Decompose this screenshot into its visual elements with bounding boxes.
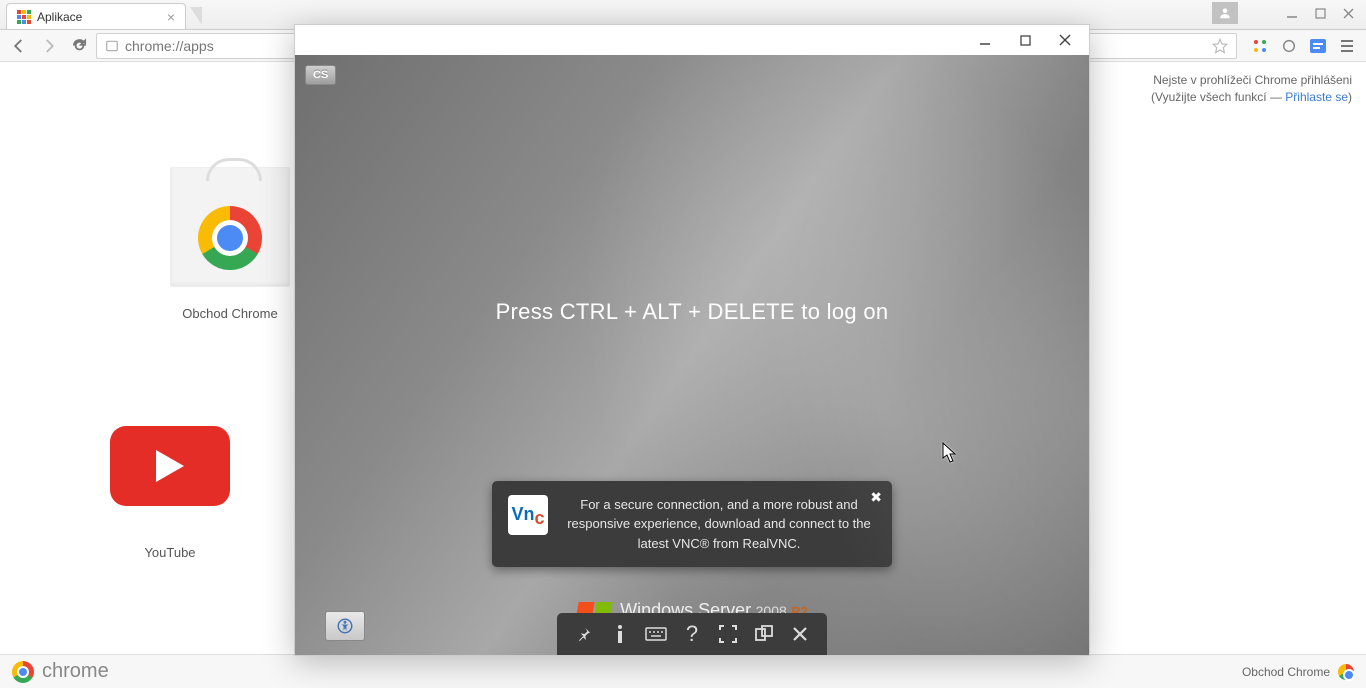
vnc-close-button[interactable] [1045,26,1085,54]
vnc-info-popup: ✖ Vnc For a secure connection, and a mor… [492,481,892,568]
vnc-pin-icon[interactable] [567,619,601,649]
vnc-minimize-button[interactable] [965,26,1005,54]
vnc-disconnect-icon[interactable] [783,619,817,649]
apps-bottom-bar: chrome Obchod Chrome [0,654,1366,688]
vnc-help-icon[interactable]: ? [675,619,709,649]
input-language-badge[interactable]: CS [305,65,336,85]
logon-message: Press CTRL + ALT + DELETE to log on [295,299,1089,325]
chrome-store-icon [170,167,290,287]
popup-text: For a secure connection, and a more robu… [562,495,876,554]
profile-avatar-button[interactable] [1212,2,1238,24]
reload-button[interactable] [66,33,92,59]
forward-button[interactable] [36,33,62,59]
url-text: chrome://apps [125,38,214,54]
extension-icon[interactable] [1305,33,1331,59]
popup-close-icon[interactable]: ✖ [870,489,882,506]
webstore-link[interactable]: Obchod Chrome [1242,665,1330,679]
extension-icon[interactable] [1247,33,1273,59]
os-window-controls [1278,2,1362,24]
vnc-toolbar: ? [557,613,827,655]
bookmark-star-icon[interactable] [1212,38,1228,54]
apps-favicon [17,10,31,24]
tab-title: Aplikace [37,10,82,24]
new-tab-button[interactable] [190,7,202,25]
os-maximize-button[interactable] [1306,2,1334,24]
toolbar-extensions [1247,33,1360,59]
youtube-icon [110,426,230,506]
remote-screen[interactable]: CS Press CTRL + ALT + DELETE to log on W… [295,55,1089,655]
signin-message: Nejste v prohlížeči Chrome přihlášeni (V… [1151,72,1352,106]
vnc-maximize-button[interactable] [1005,26,1045,54]
vnc-titlebar [295,25,1089,55]
signin-link[interactable]: Přihlaste se [1285,90,1348,104]
chrome-logo-icon [12,661,34,683]
chrome-menu-button[interactable] [1334,33,1360,59]
tab-close-icon[interactable]: × [167,9,175,25]
chrome-wordmark: chrome [42,660,109,683]
vnc-keyboard-icon[interactable] [639,619,673,649]
vnc-fullscreen-icon[interactable] [711,619,745,649]
vnc-info-icon[interactable] [603,619,637,649]
chrome-logo-icon [1338,664,1354,680]
os-minimize-button[interactable] [1278,2,1306,24]
extension-icon[interactable] [1276,33,1302,59]
back-button[interactable] [6,33,32,59]
vnc-window: CS Press CTRL + ALT + DELETE to log on W… [294,24,1090,656]
os-close-button[interactable] [1334,2,1362,24]
vnc-scale-icon[interactable] [747,619,781,649]
app-youtube[interactable]: YouTube [80,401,260,560]
realvnc-logo-icon: Vnc [508,495,548,535]
browser-tab[interactable]: Aplikace × [6,3,186,29]
app-chrome-store[interactable]: Obchod Chrome [140,162,320,321]
